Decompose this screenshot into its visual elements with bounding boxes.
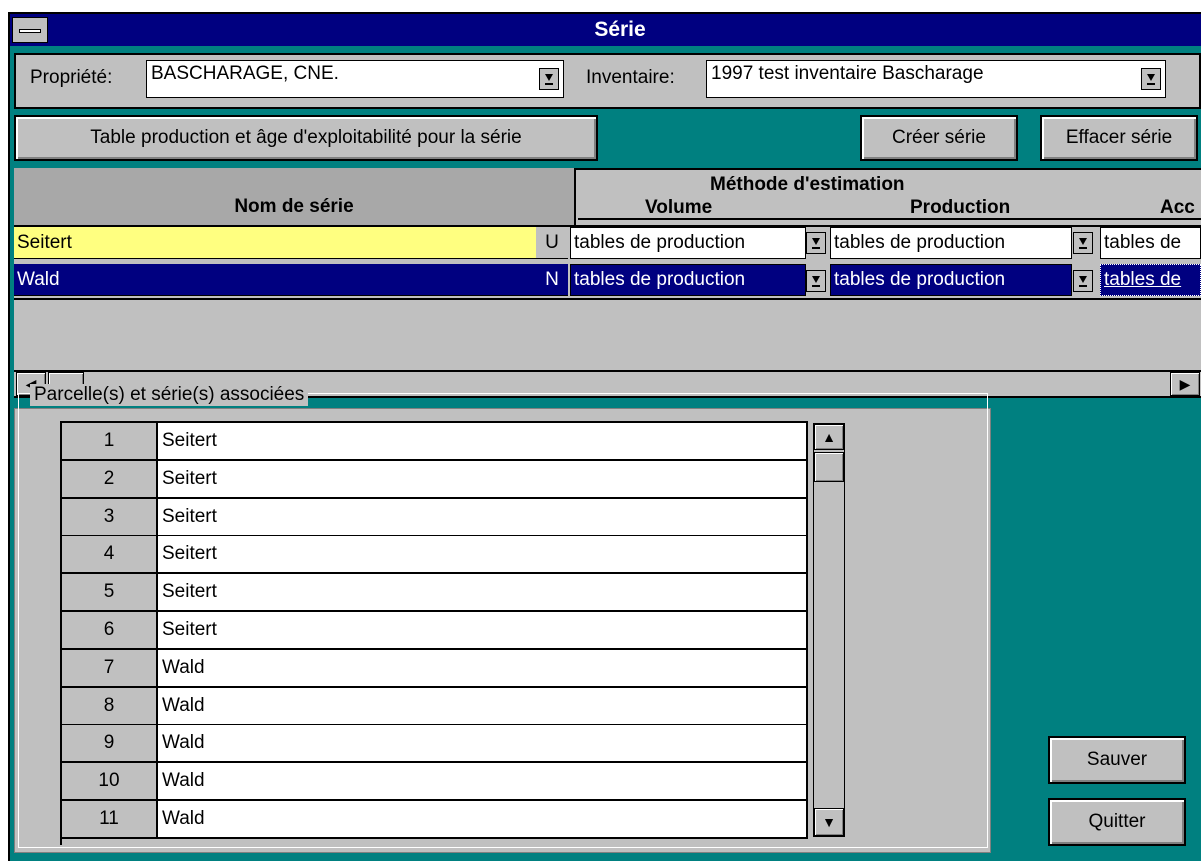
parcelles-vertical-scrollbar[interactable] xyxy=(813,423,845,837)
parcelle-row-number: 7 xyxy=(62,650,158,688)
parcelles-legend: Parcelle(s) et série(s) associées xyxy=(30,384,309,406)
grid-header-divider xyxy=(574,168,576,226)
table-production-button[interactable]: Table production et âge d'exploitabilité… xyxy=(14,115,598,161)
parcelle-row-number: 5 xyxy=(62,574,158,612)
row1-production[interactable]: tables de production xyxy=(830,227,1072,259)
grid-header-nom: Nom de série xyxy=(234,196,354,217)
inventaire-select[interactable]: 1997 test inventaire Bascharage xyxy=(706,60,1166,98)
row1-acc[interactable]: tables de xyxy=(1100,227,1201,259)
parcelle-row-serie[interactable]: Seitert xyxy=(158,499,808,537)
parcelle-row-serie[interactable]: Seitert xyxy=(158,574,808,612)
row2-acc[interactable]: tables de xyxy=(1100,264,1201,296)
vertical-scroll-thumb[interactable] xyxy=(814,452,844,482)
parcelle-row-number: 9 xyxy=(62,725,158,763)
grid-header-volume: Volume xyxy=(645,197,713,218)
parcelle-row-serie[interactable]: Wald xyxy=(158,650,808,688)
quitter-button[interactable]: Quitter xyxy=(1048,798,1186,846)
parcelle-row-serie[interactable]: Seitert xyxy=(158,461,808,499)
inventaire-dropdown-icon[interactable] xyxy=(1141,68,1161,90)
propriete-dropdown-icon[interactable] xyxy=(539,68,559,90)
propriete-value: BASCHARAGE, CNE. xyxy=(151,63,339,84)
row1-nom[interactable]: Seitert xyxy=(14,227,536,259)
effacer-serie-button[interactable]: Effacer série xyxy=(1040,115,1198,161)
parcelle-row-number: 6 xyxy=(62,612,158,650)
row2-production[interactable]: tables de production xyxy=(830,264,1072,296)
row2-volume-dropdown-icon[interactable] xyxy=(806,270,826,292)
parcelle-row-number: 2 xyxy=(62,461,158,499)
row1-volume-dropdown-icon[interactable] xyxy=(806,232,826,254)
parcelle-row-number: 8 xyxy=(62,688,158,726)
row1-volume[interactable]: tables de production xyxy=(570,227,806,259)
parcelle-row-serie[interactable]: Seitert xyxy=(158,612,808,650)
parcelle-row-serie[interactable]: Wald xyxy=(158,725,808,763)
scroll-up-icon[interactable]: ▲ xyxy=(814,424,844,450)
parcelle-row-number: 1 xyxy=(62,423,158,461)
grid-header-acc: Acc xyxy=(1160,197,1195,218)
row2-volume[interactable]: tables de production xyxy=(570,264,806,296)
grid-header-production: Production xyxy=(910,197,1011,218)
parcelle-row-serie[interactable]: Seitert xyxy=(158,423,808,461)
parcelle-row-number: 4 xyxy=(62,536,158,574)
parcelle-row-serie[interactable]: Wald xyxy=(158,801,808,839)
parcelle-row-number: 3 xyxy=(62,499,158,537)
window-title: Série xyxy=(594,18,646,41)
row1-production-dropdown-icon[interactable] xyxy=(1073,232,1093,254)
row2-nom[interactable]: Wald xyxy=(14,264,536,296)
creer-serie-button[interactable]: Créer série xyxy=(860,115,1018,161)
parcelle-row-number: 11 xyxy=(62,801,158,839)
propriete-label: Propriété: xyxy=(30,67,113,88)
grid-rows-bottom xyxy=(14,298,1201,300)
scroll-down-icon[interactable]: ▼ xyxy=(814,808,844,836)
inventaire-value: 1997 test inventaire Bascharage xyxy=(711,63,984,84)
row2-production-dropdown-icon[interactable] xyxy=(1073,270,1093,292)
system-menu-icon[interactable] xyxy=(12,17,48,43)
parcelle-row-serie[interactable]: Seitert xyxy=(158,536,808,574)
parcelle-row-serie[interactable]: Wald xyxy=(158,763,808,801)
row1-flag: U xyxy=(536,227,568,259)
propriete-select[interactable]: BASCHARAGE, CNE. xyxy=(146,60,564,98)
parcelle-row-serie[interactable]: Wald xyxy=(158,688,808,726)
sauver-button[interactable]: Sauver xyxy=(1048,736,1186,784)
inventaire-label: Inventaire: xyxy=(586,67,675,88)
grid-header-methode: Méthode d'estimation xyxy=(710,174,905,195)
parcelle-row-number: 10 xyxy=(62,763,158,801)
row2-flag: N xyxy=(536,264,568,296)
scroll-right-icon[interactable]: ▶ xyxy=(1170,372,1200,396)
